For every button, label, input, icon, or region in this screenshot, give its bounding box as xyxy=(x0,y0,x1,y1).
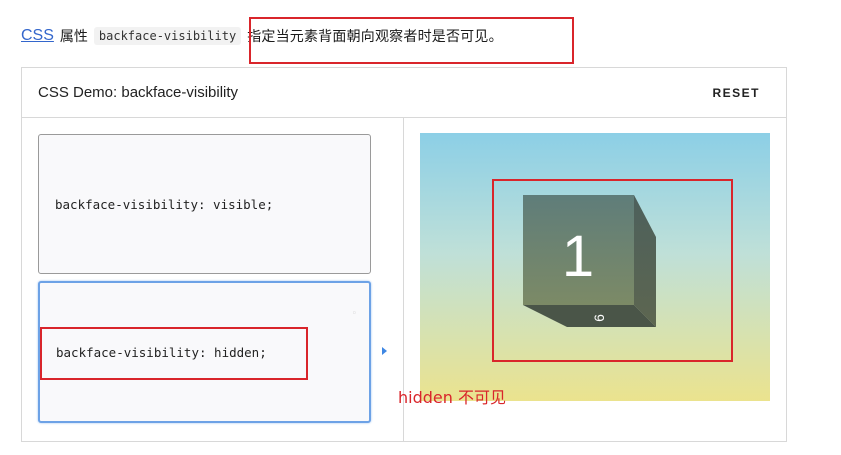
reset-button[interactable]: RESET xyxy=(712,86,760,100)
annotation-box-cube xyxy=(492,179,733,362)
demo-title: CSS Demo: backface-visibility xyxy=(38,84,239,101)
property-word: 属性 xyxy=(59,29,88,45)
output-pane: 1 3 6 xyxy=(420,133,770,401)
annotation-box-hidden-code xyxy=(40,327,308,380)
property-code: backface-visibility xyxy=(93,27,242,45)
example-choice-visible[interactable]: backface-visibility: visible; xyxy=(38,134,371,274)
choice-code: backface-visibility: visible; xyxy=(55,196,274,212)
annotation-note: hidden 不可见 xyxy=(398,388,506,407)
triangle-right-icon xyxy=(382,347,387,355)
css-link[interactable]: CSS xyxy=(21,27,54,45)
demo-header: CSS Demo: backface-visibility RESET xyxy=(22,68,786,118)
annotation-box-description xyxy=(249,17,574,64)
example-choices-pane: backface-visibility: visible; ◦ backface… xyxy=(22,118,404,442)
copy-icon: ◦ xyxy=(351,309,357,319)
